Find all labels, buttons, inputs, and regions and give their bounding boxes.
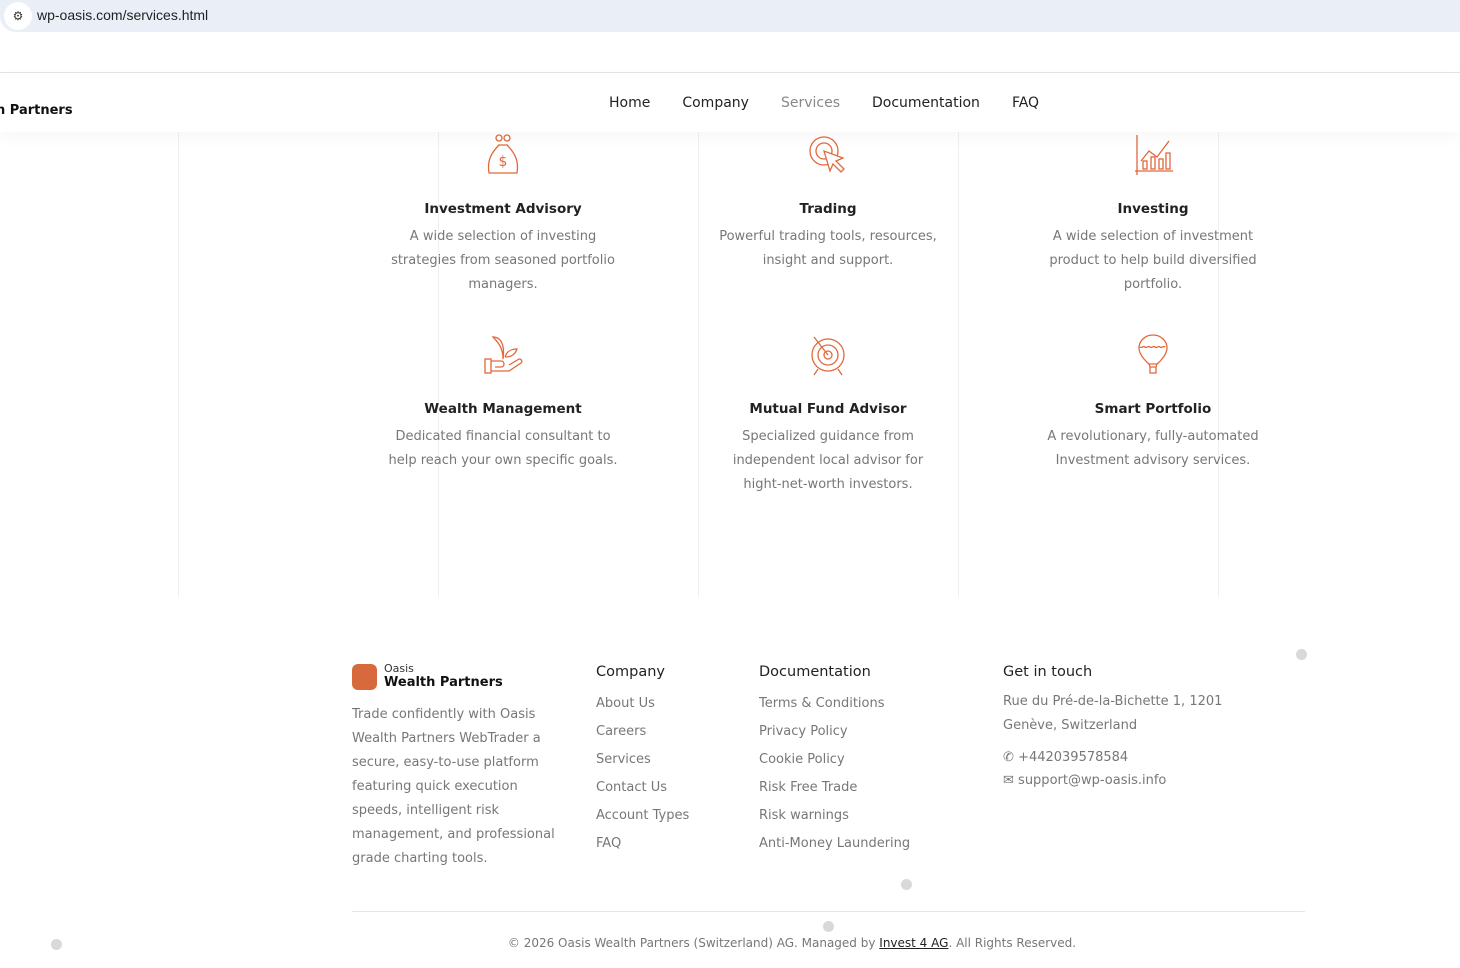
service-title: Wealth Management xyxy=(424,401,582,417)
service-desc: A revolutionary, fully-automated Investm… xyxy=(1047,429,1259,468)
footer-divider xyxy=(352,911,1305,912)
footer-link[interactable]: Account Types xyxy=(596,802,689,830)
decor-dot xyxy=(901,879,912,890)
service-card: Mutual Fund Advisor Specialized guidance… xyxy=(698,333,958,497)
service-desc: A wide selection of investing strategies… xyxy=(391,229,615,292)
email-link[interactable]: support@wp-oasis.info xyxy=(1018,773,1166,788)
nav-services[interactable]: Services xyxy=(781,95,840,111)
nav-documentation[interactable]: Documentation xyxy=(872,95,980,111)
site-settings-icon[interactable]: ⚙ xyxy=(4,2,32,30)
footer-link[interactable]: Careers xyxy=(596,718,689,746)
cursor-click-icon xyxy=(809,136,845,173)
copyright: © 2026 Oasis Wealth Partners (Switzerlan… xyxy=(0,936,1460,950)
footer-contact: Get in touch Rue du Pré-de-la-Bichette 1… xyxy=(1003,664,1243,788)
footer-company: Company About Us Careers Services Contac… xyxy=(596,664,689,858)
target-icon xyxy=(811,336,845,376)
service-card: Wealth Management Dedicated financial co… xyxy=(373,333,633,473)
service-title: Investment Advisory xyxy=(424,201,582,217)
decor-dot xyxy=(51,939,62,950)
mail-icon: ✉ xyxy=(1003,773,1014,788)
site-header: n Partners Home Company Services Documen… xyxy=(0,72,1460,132)
footer-about: Trade confidently with Oasis Wealth Part… xyxy=(352,707,555,866)
service-desc: Dedicated financial consultant to help r… xyxy=(388,429,618,468)
address-bar[interactable]: ⚙ wp-oasis.com/services.html xyxy=(0,0,1460,32)
invest4-link[interactable]: Invest 4 AG xyxy=(879,936,948,950)
money-bag-icon: $ xyxy=(487,134,519,174)
logo-mark-icon xyxy=(352,663,377,690)
footer-link[interactable]: Risk warnings xyxy=(759,802,910,830)
nav-company[interactable]: Company xyxy=(682,95,749,111)
service-title: Trading xyxy=(799,201,857,217)
service-card: Smart Portfolio A revolutionary, fully-a… xyxy=(1023,333,1283,473)
decor-dot xyxy=(823,921,834,932)
hand-plant-icon xyxy=(484,336,523,374)
hot-air-balloon-icon xyxy=(1138,334,1168,374)
footer-link[interactable]: Contact Us xyxy=(596,774,689,802)
svg-text:$: $ xyxy=(499,154,508,170)
footer-docs: Documentation Terms & Conditions Privacy… xyxy=(759,664,910,858)
address: Rue du Pré-de-la-Bichette 1, 1201 Genève… xyxy=(1003,694,1223,733)
footer-heading: Get in touch xyxy=(1003,664,1093,680)
copyright-text: © 2026 Oasis Wealth Partners (Switzerlan… xyxy=(507,936,880,950)
brand-name[interactable]: n Partners xyxy=(0,103,73,118)
service-desc: A wide selection of investment product t… xyxy=(1049,229,1257,292)
footer-link[interactable]: Services xyxy=(596,746,689,774)
logo-small-text: Oasis xyxy=(384,662,414,675)
bar-chart-icon xyxy=(1135,135,1173,175)
footer-link[interactable]: Terms & Conditions xyxy=(759,690,910,718)
footer-link[interactable]: Privacy Policy xyxy=(759,718,910,746)
service-card: $ Investment Advisory A wide selection o… xyxy=(373,133,633,297)
nav-home[interactable]: Home xyxy=(609,95,650,111)
service-desc: Specialized guidance from independent lo… xyxy=(732,429,924,492)
footer-link[interactable]: About Us xyxy=(596,690,689,718)
nav-faq[interactable]: FAQ xyxy=(1012,95,1039,111)
service-title: Smart Portfolio xyxy=(1094,401,1212,417)
footer-link[interactable]: Cookie Policy xyxy=(759,746,910,774)
service-card: Trading Powerful trading tools, resource… xyxy=(698,133,958,273)
phone-link[interactable]: +442039578584 xyxy=(1018,750,1128,765)
copyright-suffix: . All Rights Reserved. xyxy=(948,936,1077,950)
service-title: Mutual Fund Advisor xyxy=(749,401,907,417)
service-desc: Powerful trading tools, resources, insig… xyxy=(719,229,937,268)
footer-logo[interactable]: Oasis Wealth Partners xyxy=(352,663,503,690)
footer-heading: Documentation xyxy=(759,664,871,680)
footer-heading: Company xyxy=(596,664,665,680)
decor-dot xyxy=(1296,649,1307,660)
footer-link[interactable]: FAQ xyxy=(596,830,689,858)
phone-icon: ✆ xyxy=(1003,750,1014,765)
service-card: Investing A wide selection of investment… xyxy=(1023,133,1283,297)
logo-big-text: Wealth Partners xyxy=(384,675,503,690)
service-title: Investing xyxy=(1117,201,1189,217)
footer-link[interactable]: Risk Free Trade xyxy=(759,774,910,802)
footer-link[interactable]: Anti-Money Laundering xyxy=(759,830,910,858)
url-text[interactable]: wp-oasis.com/services.html xyxy=(37,7,208,23)
main-menu: Home Company Services Documentation FAQ xyxy=(609,95,1039,111)
